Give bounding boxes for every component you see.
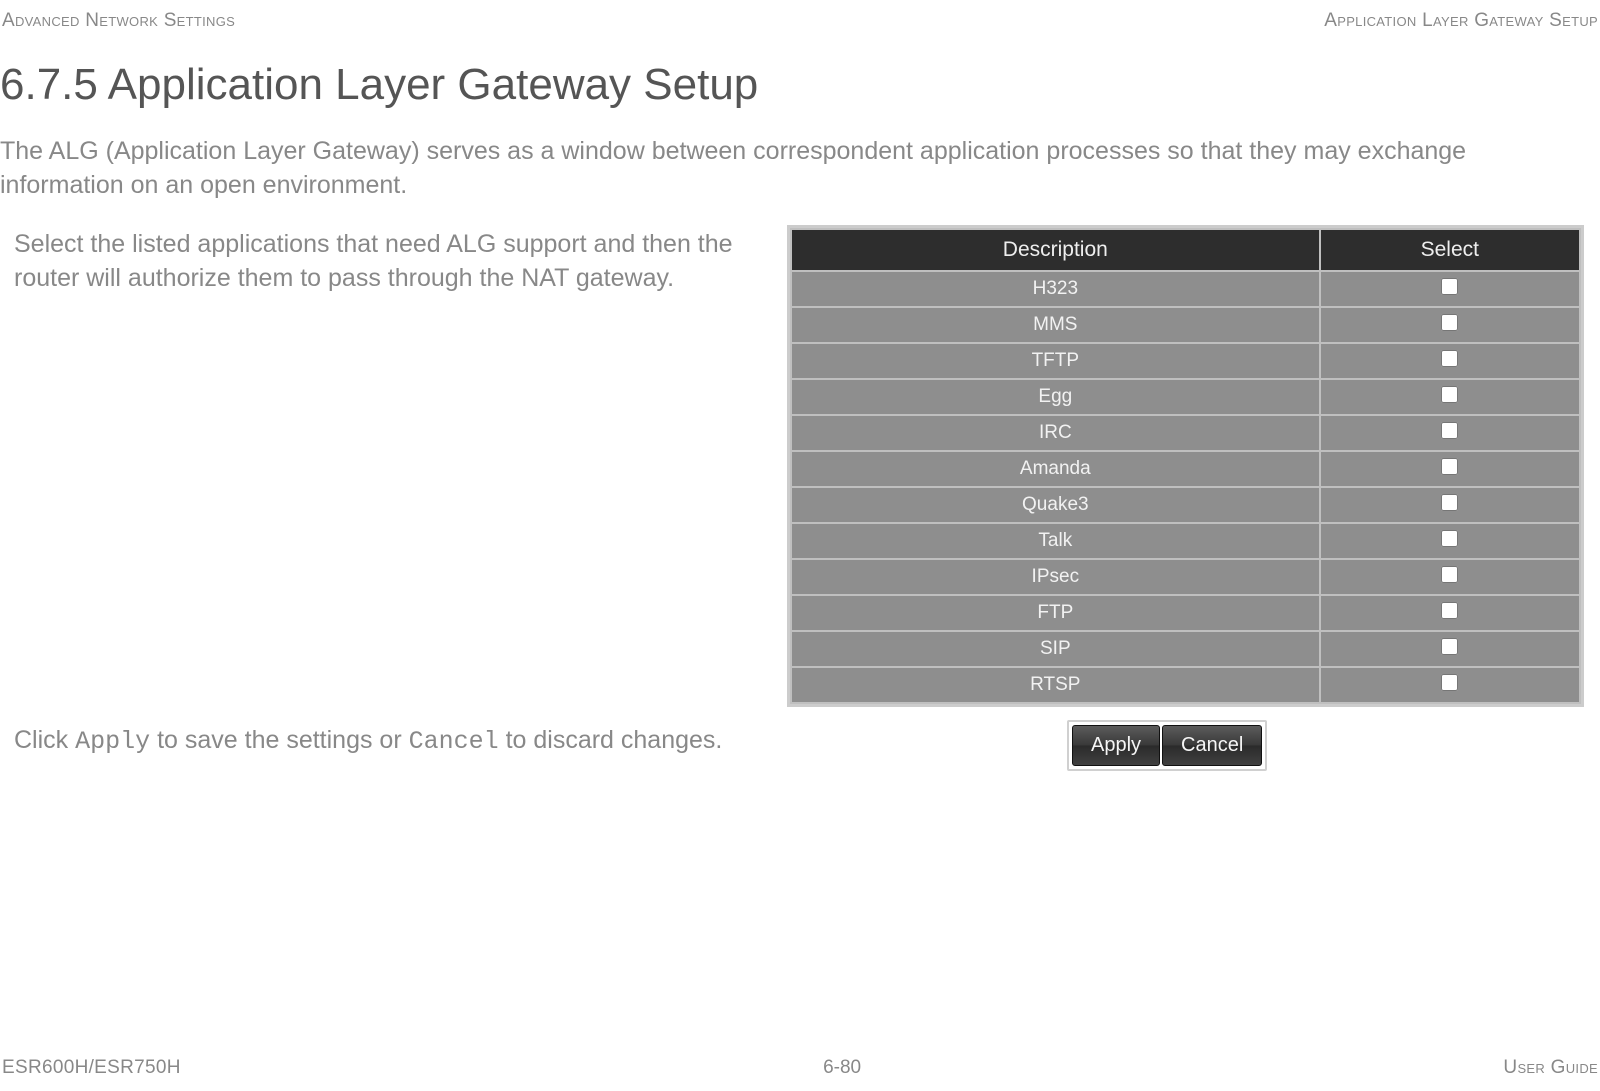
header-left: Advanced Network Settings [2, 10, 235, 32]
row-desc: FTP [791, 595, 1320, 631]
row-select-checkbox[interactable] [1441, 350, 1458, 367]
row-desc: Talk [791, 523, 1320, 559]
instruction-suffix: to discard changes. [499, 726, 723, 754]
cancel-button[interactable]: Cancel [1162, 725, 1262, 766]
table-row: H323 [791, 271, 1580, 307]
cancel-literal: Cancel [409, 727, 499, 756]
row-select-checkbox[interactable] [1441, 278, 1458, 295]
table-row: FTP [791, 595, 1580, 631]
row-desc: H323 [791, 271, 1320, 307]
table-row: SIP [791, 631, 1580, 667]
table-row: Egg [791, 379, 1580, 415]
footer-guide: User Guide [1503, 1057, 1598, 1079]
column-header-description: Description [791, 229, 1320, 271]
page-title: 6.7.5 Application Layer Gateway Setup [0, 60, 758, 110]
row-select-checkbox[interactable] [1441, 530, 1458, 547]
row-desc: SIP [791, 631, 1320, 667]
button-area: Apply Cancel [1067, 720, 1267, 771]
table-row: RTSP [791, 667, 1580, 703]
row-desc: TFTP [791, 343, 1320, 379]
table-row: TFTP [791, 343, 1580, 379]
footer-model: ESR600H/ESR750H [2, 1057, 181, 1079]
page-header: Advanced Network Settings Application La… [0, 10, 1600, 32]
row-select-checkbox[interactable] [1441, 494, 1458, 511]
page-footer: ESR600H/ESR750H 6-80 User Guide [0, 1057, 1600, 1079]
row-select-checkbox[interactable] [1441, 674, 1458, 691]
row-select-checkbox[interactable] [1441, 458, 1458, 475]
row-select-checkbox[interactable] [1441, 314, 1458, 331]
instruction-mid: to save the settings or [150, 726, 408, 754]
table-row: Amanda [791, 451, 1580, 487]
alg-table-wrap: Description Select H323 MMS TFTP Egg [787, 225, 1584, 707]
table-row: IPsec [791, 559, 1580, 595]
column-header-select: Select [1320, 229, 1580, 271]
row-select-checkbox[interactable] [1441, 602, 1458, 619]
instruction-prefix: Click [14, 726, 75, 754]
row-select-checkbox[interactable] [1441, 638, 1458, 655]
instruction-apply-cancel: Click Apply to save the settings or Canc… [14, 724, 734, 759]
row-desc: IPsec [791, 559, 1320, 595]
instruction-select: Select the listed applications that need… [14, 228, 734, 296]
apply-literal: Apply [75, 727, 150, 756]
row-desc: Egg [791, 379, 1320, 415]
row-select-checkbox[interactable] [1441, 566, 1458, 583]
table-row: Talk [791, 523, 1580, 559]
row-desc: Amanda [791, 451, 1320, 487]
row-desc: IRC [791, 415, 1320, 451]
footer-page-number: 6-80 [823, 1057, 861, 1079]
row-select-checkbox[interactable] [1441, 386, 1458, 403]
table-row: IRC [791, 415, 1580, 451]
alg-table: Description Select H323 MMS TFTP Egg [790, 228, 1581, 704]
table-row: Quake3 [791, 487, 1580, 523]
row-desc: RTSP [791, 667, 1320, 703]
row-select-checkbox[interactable] [1441, 422, 1458, 439]
table-row: MMS [791, 307, 1580, 343]
header-right: Application Layer Gateway Setup [1324, 10, 1598, 32]
row-desc: Quake3 [791, 487, 1320, 523]
intro-text: The ALG (Application Layer Gateway) serv… [0, 135, 1590, 203]
row-desc: MMS [791, 307, 1320, 343]
apply-button[interactable]: Apply [1072, 725, 1160, 766]
